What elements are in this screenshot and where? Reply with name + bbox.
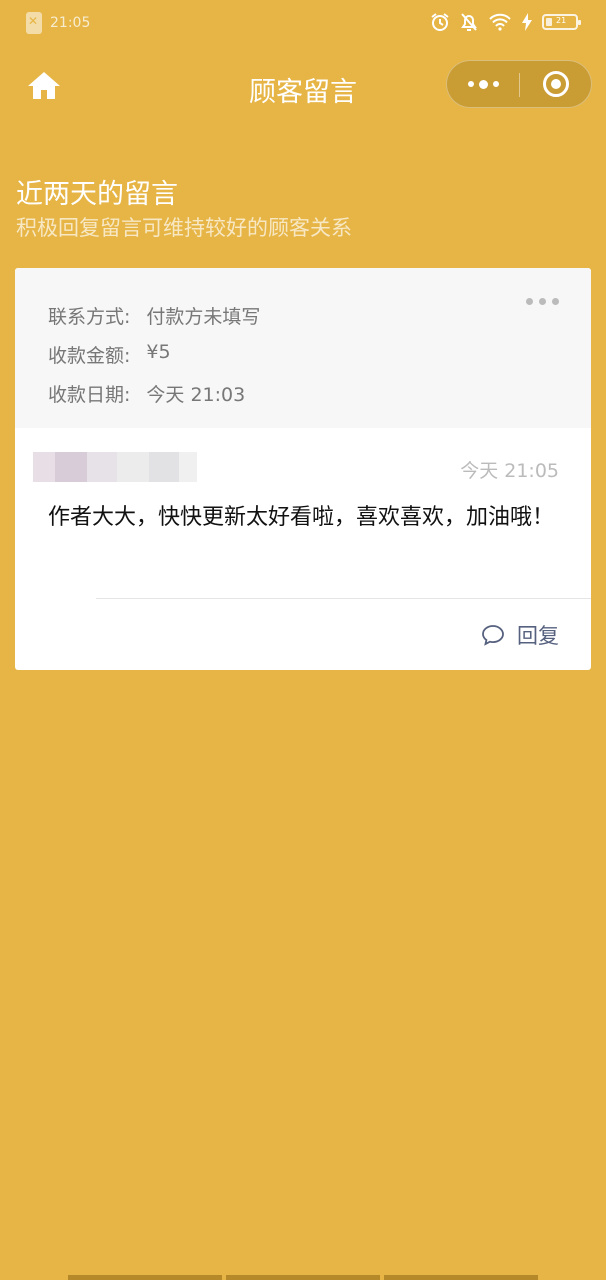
sim-off-icon [26,12,42,34]
more-dots-icon [467,81,474,87]
alarm-icon [431,13,449,31]
more-button[interactable] [447,61,519,107]
amount-row: 收款金额: ¥5 [48,341,171,368]
status-right: 21 [430,12,581,32]
reply-label: 回复 [517,624,559,648]
contact-row: 联系方式: 付款方未填写 [48,302,260,329]
avatar [27,448,227,492]
contact-value: 付款方未填写 [146,306,261,328]
message-text: 作者大大，快快更新太好看啦，喜欢喜欢，加油哦！ [48,505,555,530]
more-dots-icon [526,298,533,305]
divider [96,598,591,599]
payment-info: 联系方式: 付款方未填写 收款金额: ¥5 收款日期: 今天 21:03 [15,268,591,428]
date-row: 收款日期: 今天 21:03 [48,380,245,407]
mini-program-capsule [446,60,592,108]
battery-icon: 21 [542,14,581,30]
status-time: 21:05 [50,15,91,31]
contact-label: 联系方式: [48,306,131,328]
amount-value: ¥5 [146,341,171,363]
message-card: 联系方式: 付款方未填写 收款金额: ¥5 收款日期: 今天 21:03 今天 … [15,268,591,670]
date-label: 收款日期: [48,384,131,406]
card-more-button[interactable] [526,298,559,305]
reply-button[interactable]: 回复 [481,620,559,650]
status-left: 21:05 [26,12,90,34]
section-subtitle: 积极回复留言可维持较好的顾客关系 [16,216,352,240]
close-button[interactable] [520,61,592,107]
target-close-icon [543,71,569,97]
bottom-indicator [68,1275,538,1280]
charging-icon [522,13,532,31]
status-bar: 21:05 21 [0,0,606,50]
battery-level: 21 [556,16,567,25]
section-title: 近两天的留言 [16,179,178,210]
amount-label: 收款金额: [48,345,131,367]
wifi-icon [489,13,511,31]
date-value: 今天 21:03 [146,384,246,406]
comment-icon [482,625,504,646]
mute-bell-icon [461,13,477,31]
message-time: 今天 21:05 [460,460,559,482]
navigation-bar: 顾客留言 [0,56,606,116]
